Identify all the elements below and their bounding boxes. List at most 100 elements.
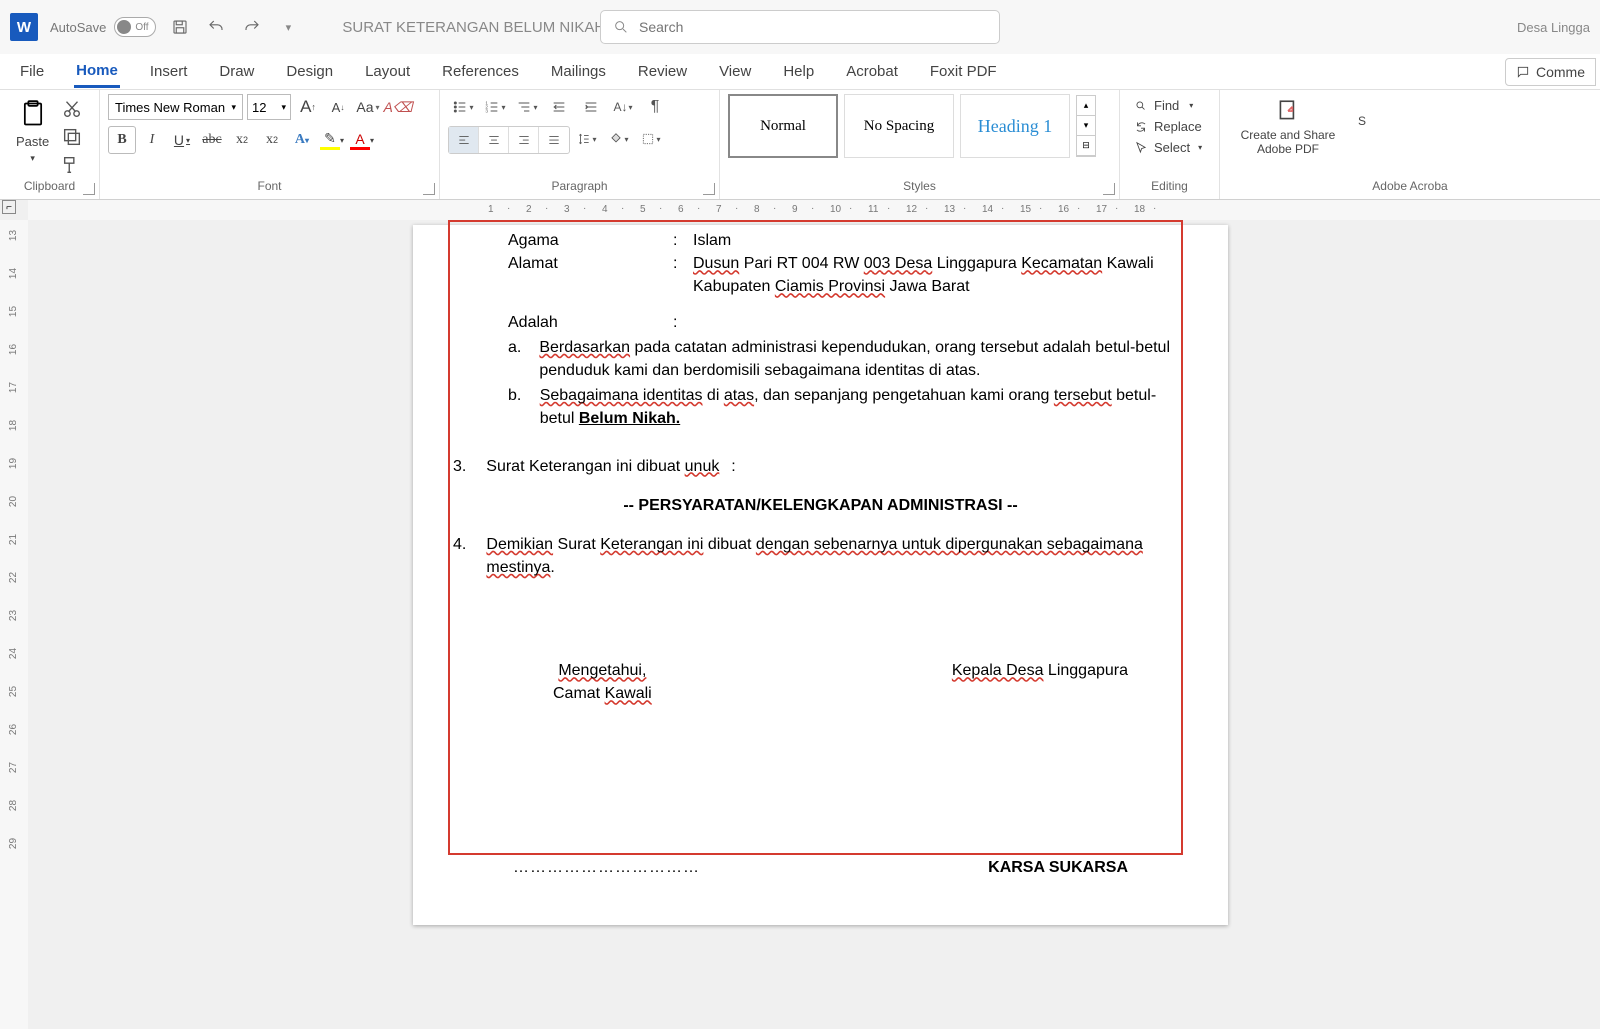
redo-icon[interactable]	[240, 15, 264, 39]
tab-file[interactable]: File	[18, 57, 46, 86]
signature-name-row: …………………………… KARSA SUKARSA	[453, 856, 1188, 879]
copy-icon[interactable]	[61, 126, 83, 148]
tab-foxit-pdf[interactable]: Foxit PDF	[928, 57, 999, 86]
ribbon-tabs: File Home Insert Draw Design Layout Refe…	[0, 54, 1600, 90]
subscript-button[interactable]: x2	[228, 126, 256, 154]
find-button[interactable]: Find▾	[1134, 98, 1205, 113]
font-group-label: Font	[108, 179, 431, 197]
font-color-button[interactable]: A▾	[348, 126, 376, 154]
tab-mailings[interactable]: Mailings	[549, 57, 608, 86]
tab-insert[interactable]: Insert	[148, 57, 190, 86]
search-box[interactable]	[600, 10, 1000, 44]
adobe-extra-button[interactable]: S	[1348, 94, 1376, 160]
style-no-spacing[interactable]: No Spacing	[844, 94, 954, 158]
bullets-button[interactable]	[448, 94, 478, 120]
autosave-toggle[interactable]: AutoSave Off	[50, 17, 156, 37]
vertical-ruler[interactable]: 1314151617181920212223242526272829	[0, 220, 28, 1029]
select-button[interactable]: Select▾	[1134, 140, 1205, 155]
toggle-knob	[117, 20, 131, 34]
style-normal[interactable]: Normal	[728, 94, 838, 158]
tab-design[interactable]: Design	[284, 57, 335, 86]
tab-review[interactable]: Review	[636, 57, 689, 86]
format-painter-icon[interactable]	[61, 154, 83, 176]
undo-icon[interactable]	[204, 15, 228, 39]
group-adobe: Create and Share Adobe PDF S Adobe Acrob…	[1220, 90, 1600, 199]
increase-indent-button[interactable]	[576, 94, 606, 120]
highlight-color-button[interactable]: ✎▾	[318, 126, 346, 154]
line-spacing-button[interactable]	[572, 126, 602, 152]
replace-icon	[1134, 120, 1148, 134]
group-clipboard: Paste ▾ Clipboard	[0, 90, 100, 199]
svg-text:3: 3	[486, 108, 489, 113]
show-marks-button[interactable]: ¶	[640, 94, 670, 120]
clipboard-dialog-launcher[interactable]	[83, 183, 95, 195]
change-case-button[interactable]: Aa	[355, 94, 381, 120]
comments-button[interactable]: Comme	[1505, 58, 1596, 86]
gallery-more-icon[interactable]: ⊟	[1077, 136, 1095, 156]
group-font: Times New Roman▾ 12▾ A↑ A↓ Aa A⌫ B I U▾ …	[100, 90, 440, 199]
tab-view[interactable]: View	[717, 57, 753, 86]
align-left-button[interactable]	[449, 127, 479, 153]
horizontal-ruler[interactable]: 1·2·3·4·5·6·7·8·9·10·11·12·13·14·15·16·1…	[28, 200, 1600, 220]
tab-help[interactable]: Help	[781, 57, 816, 86]
group-editing: Find▾ Replace Select▾ Editing	[1120, 90, 1220, 199]
page-area: Agama : Islam Alamat : Dusun Pari RT 004…	[28, 220, 1600, 1029]
sort-button[interactable]: A↓	[608, 94, 638, 120]
cut-icon[interactable]	[61, 98, 83, 120]
font-dialog-launcher[interactable]	[423, 183, 435, 195]
tab-layout[interactable]: Layout	[363, 57, 412, 86]
create-share-pdf-button[interactable]: Create and Share Adobe PDF	[1228, 94, 1348, 160]
document-title[interactable]: SURAT KETERANGAN BELUM NIKAH ⌄	[342, 19, 620, 36]
font-size-select[interactable]: 12▾	[247, 94, 291, 120]
gallery-down-icon[interactable]: ▾	[1077, 116, 1095, 136]
adobe-group-label: Adobe Acroba	[1228, 179, 1592, 197]
toggle-track[interactable]: Off	[114, 17, 156, 37]
superscript-button[interactable]: x2	[258, 126, 286, 154]
strikethrough-button[interactable]: abc	[198, 126, 226, 154]
font-size-value: 12	[252, 100, 266, 115]
cursor-icon	[1134, 141, 1148, 155]
paragraph-dialog-launcher[interactable]	[703, 183, 715, 195]
group-paragraph: 123 A↓ ¶ Paragraph	[440, 90, 720, 199]
styles-dialog-launcher[interactable]	[1103, 183, 1115, 195]
align-center-button[interactable]	[479, 127, 509, 153]
font-name-select[interactable]: Times New Roman▾	[108, 94, 243, 120]
align-right-button[interactable]	[509, 127, 539, 153]
paste-button[interactable]: Paste ▾	[8, 94, 57, 168]
clear-formatting-button[interactable]: A⌫	[385, 94, 411, 120]
style-heading-1[interactable]: Heading 1	[960, 94, 1070, 158]
styles-gallery-scroll[interactable]: ▴ ▾ ⊟	[1076, 95, 1096, 157]
shrink-font-button[interactable]: A↓	[325, 94, 351, 120]
justify-button[interactable]	[539, 127, 569, 153]
qat-customize-icon[interactable]: ▾	[276, 15, 300, 39]
borders-button[interactable]	[636, 126, 666, 152]
bold-button[interactable]: B	[108, 126, 136, 154]
sign-dots: ……………………………	[513, 856, 700, 879]
sign-name: KARSA SUKARSA	[988, 856, 1128, 879]
user-name[interactable]: Desa Lingga	[1517, 20, 1590, 35]
multilevel-list-button[interactable]	[512, 94, 542, 120]
clipboard-group-label: Clipboard	[8, 179, 91, 197]
tab-draw[interactable]: Draw	[217, 57, 256, 86]
clipboard-icon	[19, 98, 47, 130]
replace-button[interactable]: Replace	[1134, 119, 1205, 134]
comments-label: Comme	[1536, 64, 1585, 80]
decrease-indent-button[interactable]	[544, 94, 574, 120]
tab-references[interactable]: References	[440, 57, 521, 86]
autosave-label: AutoSave	[50, 20, 106, 35]
underline-button[interactable]: U▾	[168, 126, 196, 154]
create-pdf-label: Create and Share Adobe PDF	[1238, 128, 1338, 156]
shading-button[interactable]	[604, 126, 634, 152]
tab-home[interactable]: Home	[74, 56, 120, 88]
search-input[interactable]	[639, 19, 987, 35]
tab-stop-selector[interactable]: ⌐	[2, 200, 16, 214]
italic-button[interactable]: I	[138, 126, 166, 154]
text-effects-button[interactable]: A▾	[288, 126, 316, 154]
numbering-button[interactable]: 123	[480, 94, 510, 120]
tab-acrobat[interactable]: Acrobat	[844, 57, 900, 86]
document-title-text: SURAT KETERANGAN BELUM NIKAH	[342, 19, 605, 36]
save-icon[interactable]	[168, 15, 192, 39]
grow-font-button[interactable]: A↑	[295, 94, 321, 120]
pdf-share-icon	[1275, 98, 1301, 124]
gallery-up-icon[interactable]: ▴	[1077, 96, 1095, 116]
